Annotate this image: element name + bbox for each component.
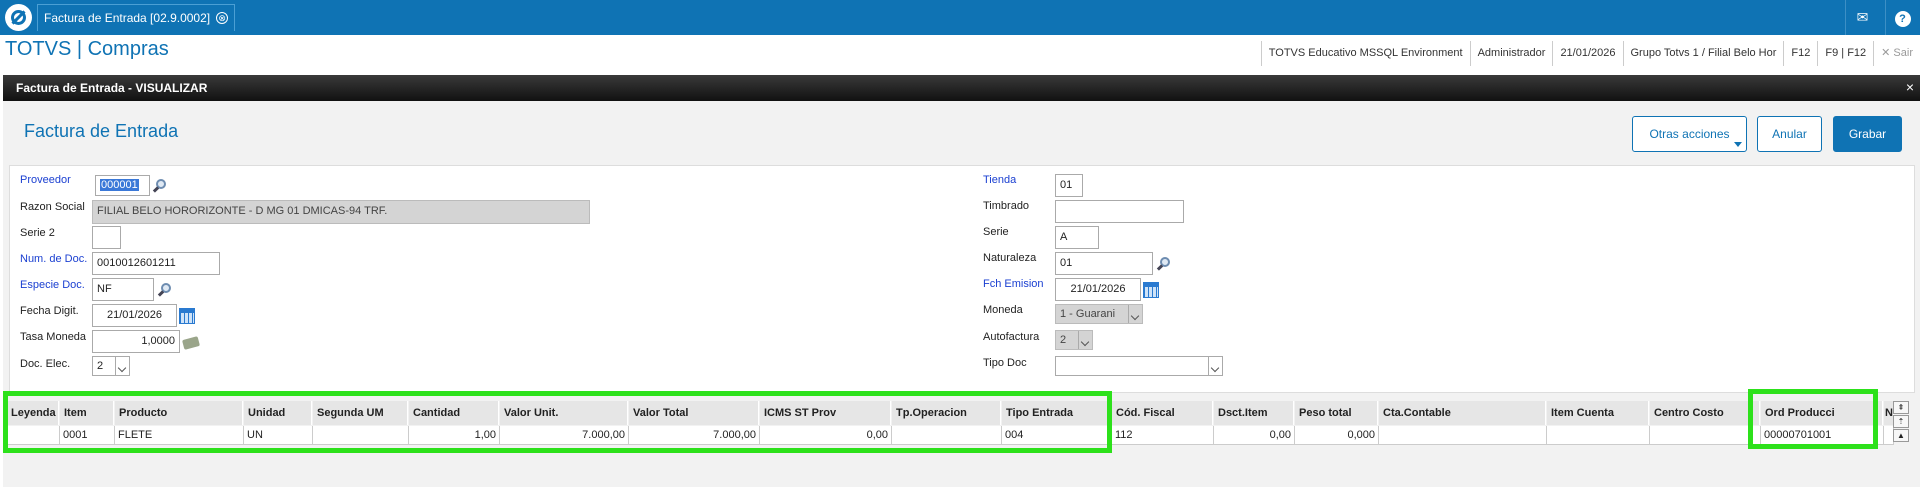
scroll-top-icon[interactable]: ⇞	[1893, 401, 1909, 414]
cancel-button[interactable]: Anular	[1757, 116, 1822, 152]
grid-cell[interactable]: 0,000	[1295, 426, 1379, 445]
scroll-page-up-icon[interactable]: ⇡	[1893, 415, 1909, 428]
fch-emision-label: Fch Emision	[983, 278, 1044, 290]
razon-social-field[interactable]: FILIAL BELO HORORIZONTE - D MG 01 DMICAS…	[92, 200, 590, 224]
naturaleza-field[interactable]: 01	[1055, 252, 1153, 275]
fecha-digit-label: Fecha Digit.	[20, 305, 79, 317]
help-icon[interactable]: ?	[1885, 0, 1919, 35]
exit-button[interactable]: ✕ Sair	[1873, 41, 1920, 66]
chevron-down-icon	[1128, 305, 1142, 323]
tab-close-icon[interactable]: ⊗	[216, 12, 229, 24]
grid-cell[interactable]	[1379, 426, 1547, 445]
environment-info[interactable]: TOTVS Educativo MSSQL Environment	[1260, 41, 1470, 66]
fch-emision-field[interactable]: 21/01/2026	[1055, 278, 1141, 301]
info-bar: TOTVS Educativo MSSQL Environment Admini…	[1260, 41, 1920, 66]
serie2-field[interactable]	[92, 226, 121, 249]
tab-factura-entrada[interactable]: Factura de Entrada [02.9.0002] ⊗	[37, 4, 236, 31]
scroll-up-icon[interactable]: ▲	[1893, 429, 1909, 442]
tasa-moneda-field[interactable]: 1,0000	[92, 330, 180, 353]
grid-cell[interactable]: 0,00	[1214, 426, 1295, 445]
date-info[interactable]: 21/01/2026	[1552, 41, 1622, 66]
num-doc-label: Num. de Doc.	[20, 253, 88, 265]
app-header: TOTVS | Compras TOTVS Educativo MSSQL En…	[0, 35, 1920, 72]
top-bar: Factura de Entrada [02.9.0002] ⊗ ✉ ?	[0, 0, 1920, 35]
serie2-label: Serie 2	[20, 227, 55, 239]
doc-elec-label: Doc. Elec.	[20, 358, 71, 370]
especie-doc-field[interactable]: NF	[92, 278, 154, 301]
form-title: Factura de Entrada	[24, 121, 179, 141]
chevron-down-icon	[1208, 357, 1222, 375]
naturaleza-label: Naturaleza	[983, 252, 1037, 264]
tienda-label: Tienda	[983, 174, 1017, 186]
tipo-doc-label: Tipo Doc	[983, 357, 1027, 369]
col-header-dsct-item[interactable]: Dsct.Item	[1214, 401, 1294, 425]
app-title: TOTVS | Compras	[5, 38, 169, 60]
especie-doc-label: Especie Doc.	[20, 279, 85, 291]
doc-elec-value: 2	[97, 360, 104, 372]
calendar-icon[interactable]	[1143, 282, 1159, 298]
moneda-select[interactable]: 1 - Guarani	[1055, 304, 1143, 324]
col-header-cta-contable[interactable]: Cta.Contable	[1379, 401, 1546, 425]
timbrado-label: Timbrado	[983, 200, 1030, 212]
f12-shortcut[interactable]: F12	[1783, 41, 1817, 66]
autofactura-select[interactable]: 2	[1055, 330, 1093, 350]
grid-cell[interactable]	[1547, 426, 1650, 445]
user-info[interactable]: Administrador	[1469, 41, 1553, 66]
col-header-cod-fiscal[interactable]: Cód. Fiscal	[1112, 401, 1213, 425]
grid-cell[interactable]	[1650, 426, 1761, 445]
col-header-peso-total[interactable]: Peso total	[1295, 401, 1378, 425]
search-icon[interactable]	[152, 178, 168, 194]
totvs-logo-icon[interactable]	[5, 4, 32, 31]
tipo-doc-select[interactable]	[1055, 356, 1223, 376]
save-button[interactable]: Grabar	[1833, 116, 1902, 152]
grid-cell[interactable]: 112	[1112, 426, 1214, 445]
moneda-value: 1 - Guarani	[1060, 308, 1116, 320]
fecha-digit-field[interactable]: 21/01/2026	[92, 304, 177, 327]
dialog-close-icon[interactable]: ×	[1906, 79, 1914, 95]
calendar-icon[interactable]	[179, 308, 195, 324]
tienda-field[interactable]: 01	[1055, 174, 1083, 197]
proveedor-label: Proveedor	[20, 174, 71, 186]
autofactura-label: Autofactura	[983, 331, 1040, 343]
col-header-item-cuenta[interactable]: Item Cuenta	[1547, 401, 1649, 425]
mail-icon[interactable]: ✉	[1845, 0, 1879, 35]
col-header-centro-costo[interactable]: Centro Costo	[1650, 401, 1760, 425]
num-doc-field[interactable]: 0010012601211	[92, 252, 220, 275]
branch-info[interactable]: Grupo Totvs 1 / Filial Belo Hor	[1622, 41, 1784, 66]
tasa-moneda-label: Tasa Moneda	[20, 331, 87, 343]
doc-elec-select[interactable]: 2	[92, 356, 130, 376]
search-icon[interactable]	[1156, 256, 1172, 272]
chevron-down-icon	[115, 357, 129, 375]
timbrado-field[interactable]	[1055, 200, 1184, 223]
other-actions-button[interactable]: Otras acciones	[1632, 116, 1747, 152]
moneda-label: Moneda	[983, 304, 1023, 316]
dialog-header: Factura de Entrada - VISUALIZAR ×	[3, 75, 1920, 101]
razon-social-label: Razon Social	[20, 201, 85, 213]
dialog-title: Factura de Entrada - VISUALIZAR	[16, 81, 208, 95]
proveedor-field[interactable]: 000001	[95, 175, 150, 196]
tab-label: Factura de Entrada [02.9.0002]	[44, 11, 211, 25]
highlight-box	[1748, 389, 1878, 449]
grid-scrollbar[interactable]: ⇞ ⇡ ▲	[1893, 401, 1911, 451]
highlight-box	[3, 391, 1112, 453]
chevron-down-icon	[1078, 331, 1092, 349]
search-icon[interactable]	[157, 282, 173, 298]
serie-label: Serie	[983, 226, 1009, 238]
proveedor-value: 000001	[100, 179, 139, 191]
autofactura-value: 2	[1060, 334, 1067, 346]
caret-down-icon	[1734, 142, 1742, 147]
serie-field[interactable]: A	[1055, 226, 1099, 249]
f9-f12-shortcut[interactable]: F9 | F12	[1817, 41, 1873, 66]
other-actions-label: Otras acciones	[1649, 127, 1730, 141]
